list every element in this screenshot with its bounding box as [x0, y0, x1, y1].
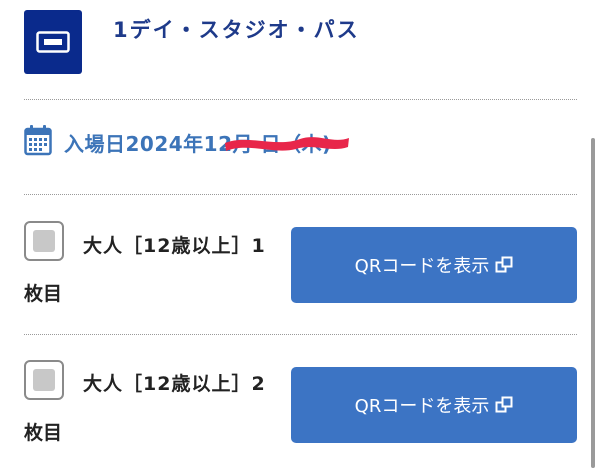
guest-2-label: 大人［12歳以上］2: [83, 373, 266, 395]
scrollbar[interactable]: [591, 138, 595, 468]
show-qr-label: QRコードを表示: [354, 396, 490, 417]
external-link-icon: [495, 396, 513, 414]
show-qr-button-1[interactable]: QRコードを表示: [291, 227, 577, 303]
ticket-page: 1デイ・スタジオ・パス 入場日2024年12月 日（木) 大人［12歳以上］1 …: [0, 0, 600, 473]
guest-1-label: 大人［12歳以上］1: [83, 235, 266, 257]
guest-2-checkbox[interactable]: [24, 360, 64, 400]
show-qr-button-2[interactable]: QRコードを表示: [291, 367, 577, 443]
external-link-icon: [495, 256, 513, 274]
guest-2-sub-label: 枚目: [24, 422, 63, 444]
redaction-mark: [225, 137, 349, 151]
divider: [24, 99, 577, 100]
ticket-icon: [24, 10, 82, 74]
guest-1-checkbox[interactable]: [24, 221, 64, 261]
ticket-title: 1デイ・スタジオ・パス: [113, 18, 360, 42]
guest-1-sub-label: 枚目: [24, 283, 63, 305]
calendar-icon: [24, 124, 52, 160]
divider: [24, 194, 577, 195]
divider: [24, 334, 577, 335]
show-qr-label: QRコードを表示: [354, 256, 490, 277]
